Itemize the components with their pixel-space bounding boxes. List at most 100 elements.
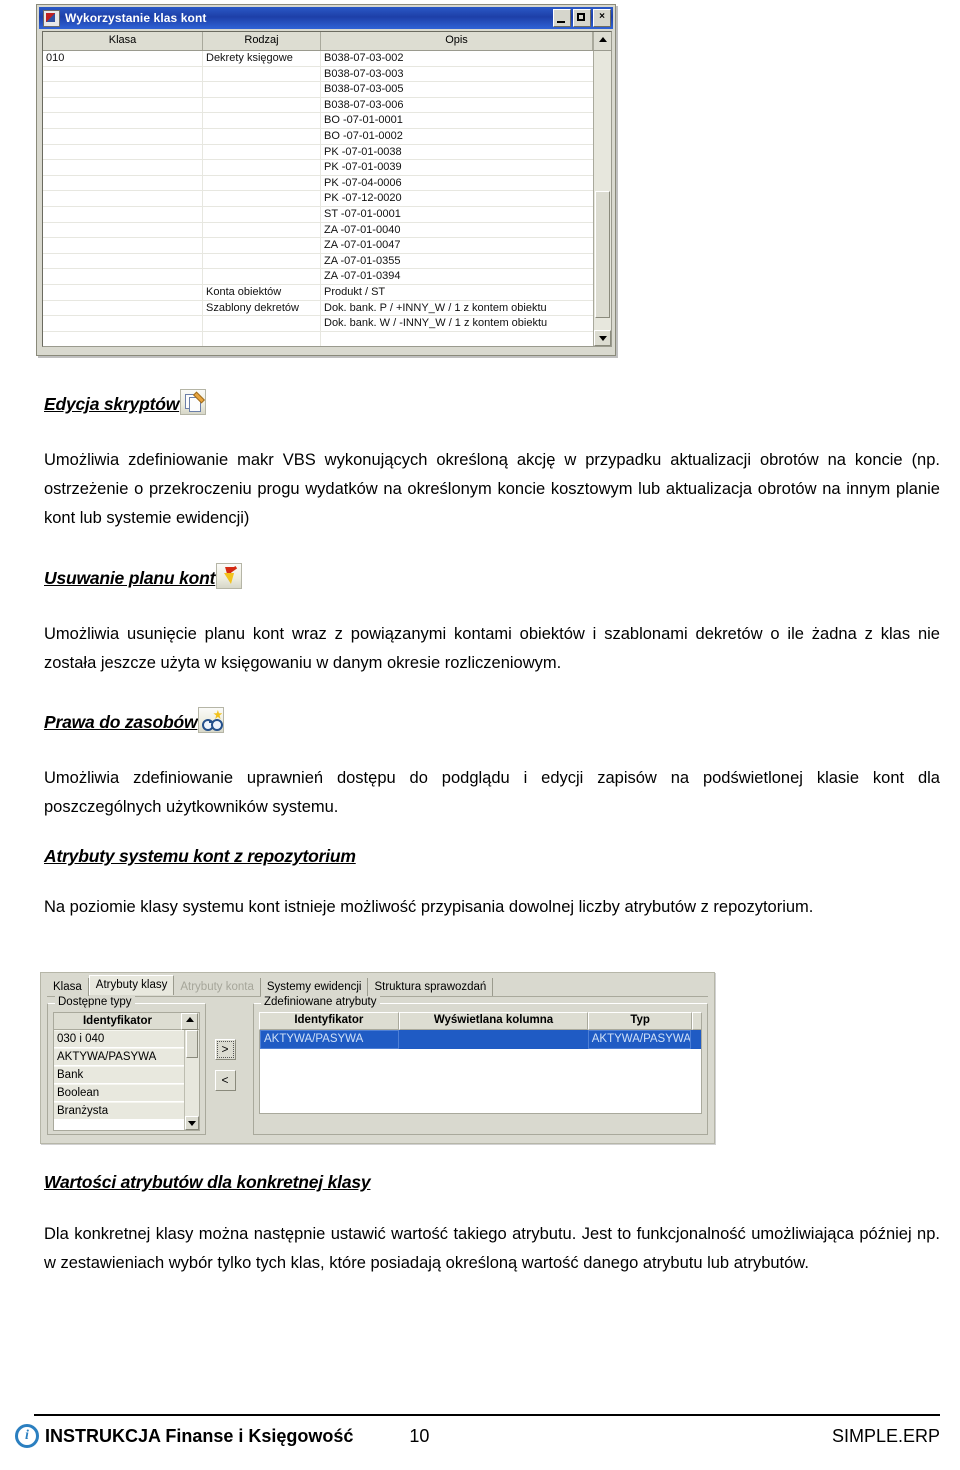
scroll-down-button[interactable]	[594, 330, 611, 346]
column-header-wyswietlana-kolumna[interactable]: Wyświetlana kolumna	[398, 1012, 589, 1030]
grid-header-row: Klasa Rodzaj Opis	[43, 32, 611, 51]
lightning-bolt-icon[interactable]	[216, 563, 243, 589]
list-item[interactable]: Boolean	[54, 1084, 184, 1102]
table-cell: ZA -07-01-0394	[324, 270, 401, 283]
grid-rows: 010 Dekrety księgowe B038-07-03-002 B038-07…	[43, 51, 593, 346]
table-cell	[203, 144, 321, 160]
table-row[interactable]: ZA -07-01-0040	[43, 222, 593, 239]
table-cell[interactable]: AKTYWA/PASYWA	[587, 1030, 692, 1049]
table-cell	[43, 97, 203, 113]
table-cell	[43, 82, 203, 97]
available-types-items: 030 i 040 AKTYWA/PASYWA Bank Boolean Branżys…	[54, 1030, 184, 1130]
table-cell	[43, 269, 203, 284]
list-scroll-down-button[interactable]	[185, 1116, 199, 1130]
minimize-icon[interactable]	[553, 9, 571, 27]
section-heading-delete-plan: Usuwanie planu kont	[44, 563, 243, 589]
list-item[interactable]: AKTYWA/PASYWA	[54, 1048, 184, 1066]
tab-atrybuty-klasy[interactable]: Atrybuty klasy	[88, 975, 175, 995]
table-cell	[203, 316, 321, 331]
table-cell[interactable]	[691, 1030, 701, 1049]
table-row[interactable]	[43, 331, 593, 346]
scroll-up-button[interactable]	[593, 32, 611, 50]
table-row[interactable]: B038-07-03-005	[43, 82, 593, 98]
table-cell: Dekrety księgowe	[203, 51, 321, 66]
table-cell	[203, 113, 321, 128]
table-cell: B038-07-03-005	[324, 83, 404, 96]
list-item[interactable]: Bank	[54, 1066, 184, 1084]
table-row[interactable]: Szablony dekretów Dok. bank. P / +INNY_W …	[43, 300, 593, 317]
table-row[interactable]: BO -07-01-0002	[43, 128, 593, 145]
table-row[interactable]: PK -07-12-0020	[43, 191, 593, 207]
table-cell[interactable]: AKTYWA/PASYWA	[260, 1030, 400, 1049]
table-cell	[43, 113, 203, 128]
column-header-rodzaj[interactable]: Rodzaj	[203, 32, 321, 50]
table-cell: BO -07-01-0002	[324, 129, 403, 142]
column-header-typ[interactable]: Typ	[588, 1012, 693, 1030]
scrollbar-thumb[interactable]	[186, 1030, 198, 1058]
table-cell: PK -07-12-0020	[324, 192, 402, 205]
heading-text: Edycja skryptów	[44, 394, 180, 414]
tab-struktura-sprawozda-[interactable]: Struktura sprawozdań	[368, 978, 494, 996]
table-row[interactable]: B038-07-03-006	[43, 97, 593, 114]
close-icon[interactable]: ×	[593, 9, 611, 27]
grid-body: 010 Dekrety księgowe B038-07-03-002 B038-07…	[43, 51, 611, 346]
table-row[interactable]: PK -07-04-0006	[43, 175, 593, 192]
paragraph-attributes: Na poziomie klasy systemu kont istnieje …	[44, 898, 814, 916]
table-row[interactable]: ZA -07-01-0355	[43, 253, 593, 270]
table-row[interactable]: AKTYWA/PASYWA AKTYWA/PASYWA	[260, 1030, 701, 1049]
column-header-spacer	[692, 1012, 702, 1030]
table-cell	[203, 82, 321, 97]
scrollbar-thumb[interactable]	[595, 191, 610, 318]
table-row[interactable]: BO -07-01-0001	[43, 113, 593, 129]
add-attribute-button[interactable]: >	[214, 1039, 236, 1060]
maximize-icon[interactable]	[573, 9, 591, 27]
section-heading-attributes: Atrybuty systemu kont z repozytorium	[44, 846, 356, 867]
footer-divider	[34, 1414, 940, 1416]
list-item[interactable]: 030 i 040	[54, 1030, 184, 1048]
paragraph-values: Dla konkretnej klasy można następnie ust…	[44, 1225, 940, 1272]
table-row[interactable]: ZA -07-01-0394	[43, 269, 593, 285]
column-header-opis[interactable]: Opis	[321, 32, 593, 50]
table-cell	[203, 253, 321, 269]
column-header-identyfikator[interactable]: Identyfikator	[54, 1015, 181, 1027]
tab-systemy-ewidencji[interactable]: Systemy ewidencji	[261, 978, 369, 996]
table-cell	[203, 175, 321, 191]
script-edit-icon[interactable]	[180, 389, 207, 415]
table-row[interactable]: Dok. bank. W / -INNY_W / 1 z kontem obie…	[43, 316, 593, 332]
remove-attribute-button[interactable]: <	[214, 1070, 236, 1091]
table-cell: ST -07-01-0001	[324, 207, 401, 220]
table-cell	[43, 238, 203, 253]
column-header-identyfikator[interactable]: Identyfikator	[259, 1012, 399, 1030]
window-controls: ×	[553, 9, 611, 27]
column-header-klasa[interactable]: Klasa	[43, 32, 203, 50]
table-row[interactable]: 010 Dekrety księgowe B038-07-03-002	[43, 51, 593, 67]
table-cell	[43, 284, 203, 300]
section-heading-rights: Prawa do zasobów	[44, 707, 225, 733]
footer-brand: SIMPLE.ERP	[831, 1425, 940, 1446]
table-cell: Produkt / ST	[324, 285, 386, 298]
info-circle-icon	[15, 1424, 39, 1448]
glasses-star-icon[interactable]	[198, 707, 225, 733]
list-vertical-scrollbar[interactable]	[184, 1030, 199, 1130]
list-item[interactable]: Branżysta	[54, 1102, 184, 1120]
defined-attributes-header: Identyfikator Wyświetlana kolumna Typ	[259, 1012, 702, 1030]
table-cell[interactable]	[399, 1030, 588, 1049]
table-cell: PK -07-01-0039	[324, 161, 402, 174]
table-row[interactable]: B038-07-03-003	[43, 66, 593, 83]
group-legend-defined-attributes: Zdefiniowane atrybuty	[261, 996, 380, 1008]
table-row[interactable]: ZA -07-01-0047	[43, 238, 593, 254]
paragraph-delete-plan: Umożliwia usunięcie planu kont wraz z po…	[44, 625, 940, 672]
table-row[interactable]: PK -07-01-0038	[43, 144, 593, 161]
table-cell	[203, 97, 321, 113]
table-row[interactable]: Konta obiektów Produkt / ST	[43, 284, 593, 301]
group-legend-available-types: Dostępne typy	[55, 996, 135, 1008]
table-cell: ZA -07-01-0047	[324, 239, 401, 252]
table-row[interactable]: PK -07-01-0039	[43, 160, 593, 176]
table-cell	[203, 269, 321, 284]
vertical-scrollbar[interactable]	[593, 51, 611, 346]
list-scroll-up-button[interactable]	[181, 1012, 198, 1030]
table-row[interactable]: ST -07-01-0001	[43, 206, 593, 223]
available-types-listbox[interactable]: 030 i 040 AKTYWA/PASYWA Bank Boolean Branżys…	[53, 1029, 200, 1131]
tab-klasa[interactable]: Klasa	[47, 978, 89, 996]
window-titlebar: Wykorzystanie klas kont ×	[39, 7, 613, 29]
